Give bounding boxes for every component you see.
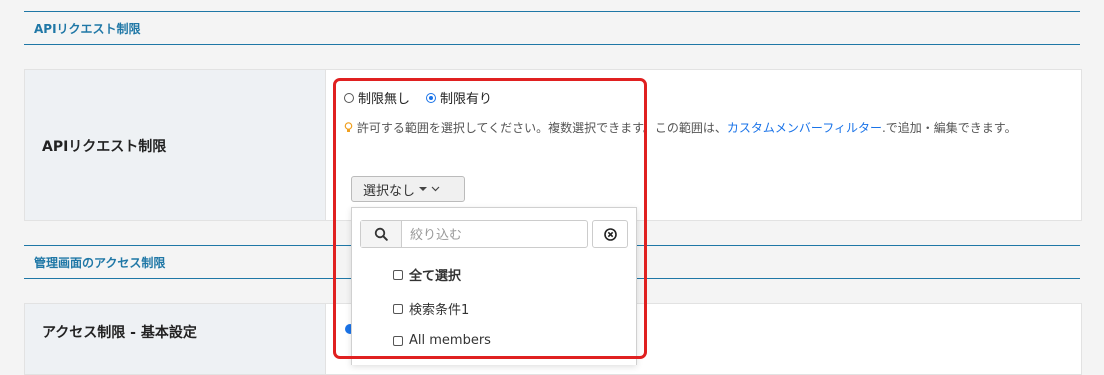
api-request-limit-row: APIリクエスト制限 [24, 69, 1082, 221]
filter-search-input[interactable] [402, 221, 596, 249]
row-label: アクセス制限 - 基本設定 [42, 325, 197, 341]
radio-label: 制限無し [358, 92, 411, 107]
custom-member-filter-link[interactable]: カスタムメンバーフィルター [727, 121, 882, 135]
caret-down-icon [419, 186, 428, 192]
section-header-api-request-limit: APIリクエスト制限 [24, 11, 1080, 45]
filter-search-box [360, 220, 596, 249]
checkbox[interactable] [393, 303, 403, 314]
help-text-part2: .で追加・編集できます。 [881, 121, 1017, 135]
lightbulb-icon [344, 121, 357, 135]
section-title: 管理画面のアクセス制限 [34, 256, 166, 270]
checkbox[interactable] [393, 335, 403, 346]
radio-circle-checked[interactable] [426, 92, 437, 103]
clear-button[interactable] [592, 220, 628, 248]
row-label-cell: APIリクエスト制限 [25, 70, 326, 220]
option-label: 全て選択 [409, 269, 462, 284]
option-search-condition-1[interactable]: 検索条件1 [393, 299, 469, 318]
help-text-part1: 許可する範囲を選択してください。複数選択できます。この範囲は、 [356, 121, 727, 135]
limit-radio-group: 制限無し 制限有り [344, 88, 504, 107]
chevron-down-icon [431, 186, 440, 192]
radio-limit[interactable]: 制限有り [426, 88, 492, 107]
option-label: All members [409, 333, 491, 348]
dropdown-label: 選択なし [363, 183, 416, 199]
filter-select-button[interactable]: 選択なし [351, 176, 465, 202]
search-icon [361, 221, 402, 247]
option-label: 検索条件1 [409, 303, 470, 318]
radio-no-limit[interactable]: 制限無し [344, 88, 410, 107]
option-all-members[interactable]: All members [393, 333, 491, 348]
checkbox[interactable] [393, 269, 403, 280]
clear-icon [603, 227, 617, 241]
row-label: APIリクエスト制限 [42, 139, 167, 155]
section-title: APIリクエスト制限 [34, 22, 141, 36]
filter-dropdown-menu: 全て選択 検索条件1 All members [351, 207, 637, 365]
radio-circle[interactable] [344, 92, 354, 103]
help-text: 許可する範囲を選択してください。複数選択できます。この範囲は、カスタムメンバーフ… [344, 118, 1064, 139]
radio-label: 制限有り [440, 92, 493, 107]
option-select-all[interactable]: 全て選択 [393, 265, 461, 284]
